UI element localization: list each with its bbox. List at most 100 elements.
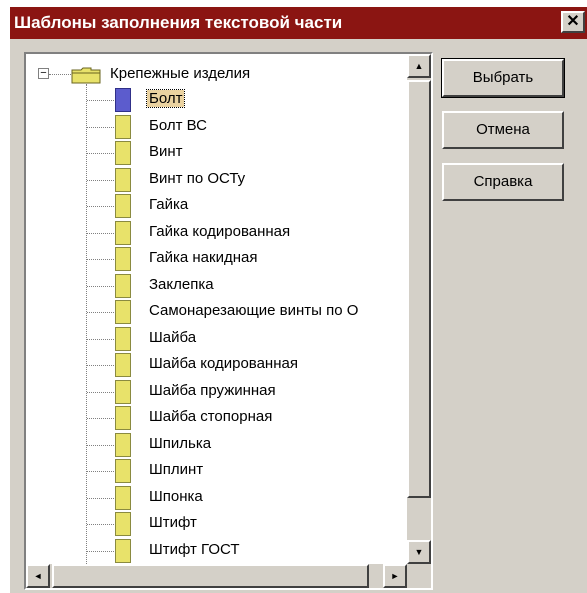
template-doc-icon [115, 167, 131, 192]
tree-connector [87, 444, 114, 446]
template-doc-icon [115, 220, 131, 245]
tree-item[interactable]: Шайба пружинная [26, 379, 407, 406]
cancel-button[interactable]: Отмена [442, 111, 564, 149]
tree-item[interactable]: Гайка накидная [26, 247, 407, 273]
tree-item-label: Гайка [149, 196, 189, 213]
tree-item[interactable]: Болт ВС [26, 114, 407, 141]
template-doc-icon [115, 300, 131, 324]
tree-connector [87, 100, 114, 101]
arrow-right-icon: ► [390, 571, 400, 581]
tree-item[interactable]: Шпонка [26, 485, 407, 512]
tree-connector [87, 153, 114, 154]
tree-item[interactable]: Шайба стопорная [26, 406, 407, 432]
select-button[interactable]: Выбрать [441, 58, 565, 98]
template-doc-icon [115, 459, 131, 483]
tree-item[interactable]: Шайба [26, 326, 407, 353]
template-doc-icon [115, 247, 131, 271]
tree-connector [87, 365, 114, 366]
template-doc-icon [115, 194, 131, 218]
folder-icon [71, 67, 101, 84]
tree-item-label: Штифт [149, 514, 197, 531]
template-dialog: Шаблоны заполнения текстовой части ✕ − К… [8, 5, 587, 593]
tree-item-label: Заклепка [149, 275, 214, 293]
close-button[interactable]: ✕ [561, 11, 585, 33]
tree-connector [87, 179, 114, 181]
tree-connector [87, 391, 114, 393]
collapse-icon[interactable]: − [38, 68, 49, 79]
template-doc-icon [115, 353, 131, 377]
vertical-scroll-thumb[interactable] [407, 80, 431, 498]
tree-item[interactable]: Винт [26, 141, 407, 167]
tree-connector [87, 524, 114, 525]
tree-item[interactable]: Штифт ГОСТ [26, 538, 407, 565]
template-doc-icon [115, 432, 131, 457]
dialog-title: Шаблоны заполнения текстовой части [14, 13, 343, 32]
template-doc-icon [115, 538, 131, 563]
tree-item-label: Шайба пружинная [149, 381, 276, 399]
tree-item[interactable]: Самонарезающие винты по О [26, 300, 407, 326]
tree-item-label: Болт ВС [149, 116, 207, 134]
scroll-right-button[interactable]: ► [383, 564, 407, 588]
tree-item-label: Шпилька [149, 434, 212, 452]
tree-item[interactable]: Штифт [26, 512, 407, 538]
arrow-down-icon: ▼ [414, 547, 424, 557]
template-tree: − Крепежные изделия Болт Болт ВС Винт Винт … [24, 52, 433, 590]
scroll-corner [407, 564, 431, 588]
arrow-left-icon: ◄ [33, 571, 43, 581]
arrow-up-icon: ▲ [414, 61, 424, 71]
template-doc-icon [115, 512, 131, 536]
tree-item-label: Шайба стопорная [149, 408, 273, 425]
tree-root-label: Крепежные изделия [110, 65, 251, 82]
tree-item[interactable]: Шайба кодированная [26, 353, 407, 379]
tree-connector [87, 550, 114, 552]
tree-connector [87, 497, 114, 499]
title-bar[interactable]: Шаблоны заполнения текстовой части ✕ [10, 7, 587, 39]
scroll-down-button[interactable]: ▼ [407, 540, 431, 564]
tree-item-label: Самонарезающие винты по О [149, 302, 359, 319]
template-doc-icon [115, 379, 131, 404]
tree-item-label: Шплинт [149, 461, 204, 478]
template-doc-icon [115, 326, 131, 351]
tree-item[interactable]: Гайка [26, 194, 407, 220]
tree-view: − Крепежные изделия Болт Болт ВС Винт Винт … [26, 54, 407, 564]
scroll-left-button[interactable]: ◄ [26, 564, 50, 588]
tree-connector [87, 312, 114, 313]
tree-item-label: Гайка кодированная [149, 222, 291, 240]
tree-connector [49, 74, 71, 75]
tree-connector [87, 285, 114, 287]
vertical-scrollbar[interactable]: ▲ ▼ [407, 54, 431, 564]
tree-item[interactable]: Шплинт [26, 459, 407, 485]
tree-item-label: Гайка накидная [149, 249, 258, 266]
tree-root[interactable]: − Крепежные изделия [26, 62, 407, 88]
tree-connector [87, 206, 114, 207]
tree-connector [87, 418, 114, 419]
template-doc-icon [115, 485, 131, 510]
tree-connector [87, 232, 114, 234]
horizontal-scroll-thumb[interactable] [52, 564, 369, 588]
tree-item[interactable]: Заклепка [26, 273, 407, 300]
tree-item[interactable]: Винт по ОСТу [26, 167, 407, 194]
tree-connector [87, 471, 114, 472]
tree-connector [87, 126, 114, 128]
template-doc-icon [115, 273, 131, 298]
tree-connector [87, 259, 114, 260]
tree-item-label: Шайба кодированная [149, 355, 298, 372]
template-doc-icon [115, 406, 131, 430]
tree-item-label: Болт [145, 89, 186, 108]
tree-item-label: Шпонка [149, 487, 203, 505]
help-button[interactable]: Справка [442, 163, 564, 201]
tree-item-label: Винт [149, 143, 183, 160]
tree-item-label: Шайба [149, 328, 197, 346]
horizontal-scrollbar[interactable]: ◄ ► [26, 564, 407, 588]
tree-connector [87, 338, 114, 340]
tree-item-label: Штифт ГОСТ [149, 540, 240, 558]
tree-item[interactable]: Шпилька [26, 432, 407, 459]
scroll-up-button[interactable]: ▲ [407, 54, 431, 78]
close-icon: ✕ [566, 13, 580, 30]
tree-item-label: Винт по ОСТу [149, 169, 246, 187]
template-doc-icon [115, 141, 131, 165]
tree-item[interactable]: Болт [26, 88, 407, 114]
tree-item[interactable]: Гайка кодированная [26, 220, 407, 247]
template-doc-icon [115, 114, 131, 139]
template-doc-icon [115, 88, 131, 112]
